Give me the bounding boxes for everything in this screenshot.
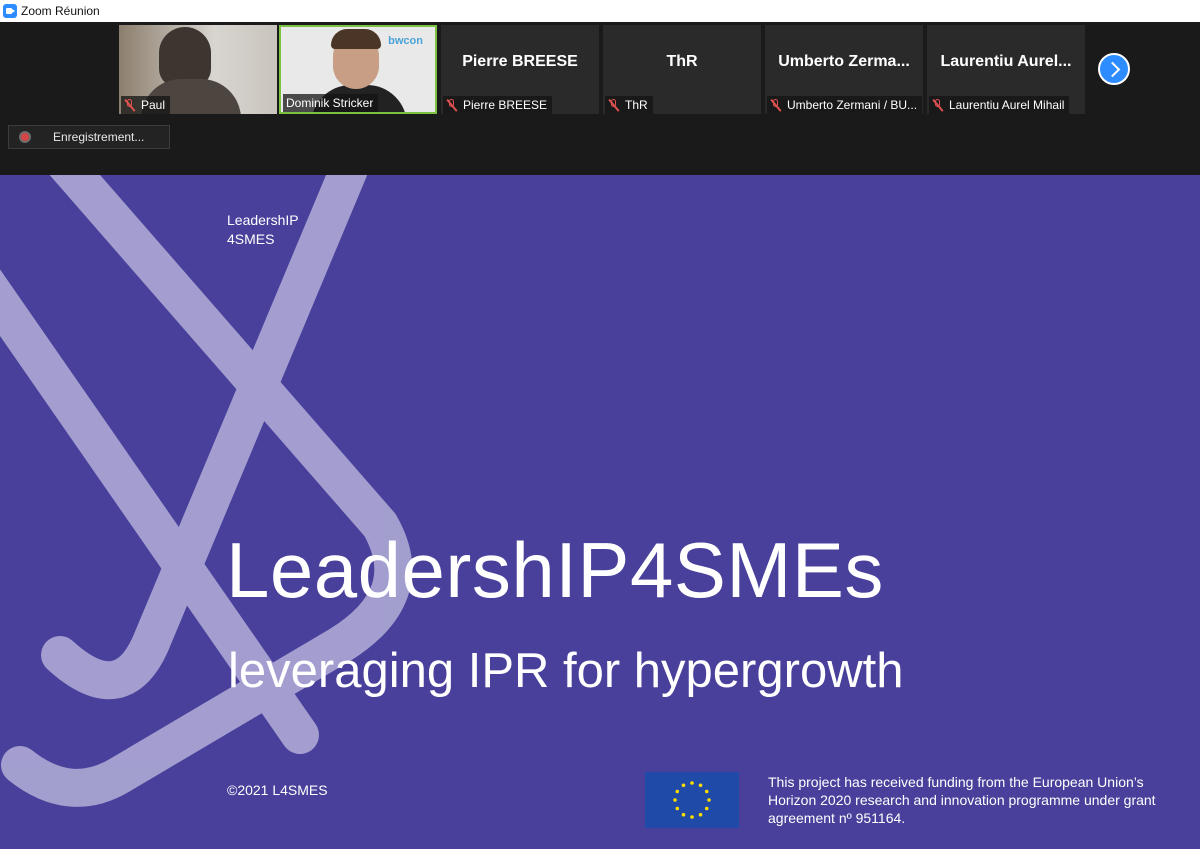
participant-tile-paul[interactable]: Paul xyxy=(119,25,277,114)
participant-name: Pierre BREESE xyxy=(463,98,548,112)
eu-star xyxy=(675,789,680,794)
muted-mic-icon xyxy=(932,98,944,112)
chevron-right-icon xyxy=(1104,61,1121,77)
participant-label: Umberto Zermani / BU... xyxy=(767,96,923,114)
slide-subtitle: leveraging IPR for hypergrowth xyxy=(228,644,904,698)
background-logo: bwcon xyxy=(388,35,423,47)
muted-mic-icon xyxy=(446,98,458,112)
participant-tile-dominik-stricker[interactable]: bwcon Dominik Stricker xyxy=(279,25,437,114)
record-icon xyxy=(19,131,31,143)
slide-copyright: ©2021 L4SMES xyxy=(227,782,328,798)
participant-display-name: Laurentiu Aurel... xyxy=(940,53,1072,70)
brand-line-1: LeadershIP xyxy=(227,212,299,228)
recording-label: Enregistrement... xyxy=(53,130,145,144)
participant-name: Umberto Zermani / BU... xyxy=(787,98,918,112)
shared-screen-slide: LeadershIP 4SMES LeadershIP4SMEs leverag… xyxy=(0,175,1200,849)
muted-mic-icon xyxy=(124,98,136,112)
participant-tile-laurentiu-aurel-mihail[interactable]: Laurentiu Aurel... Laurentiu Aurel Mihai… xyxy=(927,25,1085,114)
eu-star xyxy=(690,815,694,819)
eu-star xyxy=(673,798,677,802)
muted-mic-icon xyxy=(608,98,620,112)
next-page-button[interactable] xyxy=(1098,53,1130,85)
window-title-bar: Zoom Réunion xyxy=(0,0,1200,23)
participant-tile-umberto-zermani[interactable]: Umberto Zerma... Umberto Zermani / BU... xyxy=(765,25,923,114)
eu-star xyxy=(707,798,711,802)
brand-line-2: 4SMES xyxy=(227,231,275,247)
participant-name: ThR xyxy=(625,98,648,112)
participant-display-name: Pierre BREESE xyxy=(462,53,578,70)
participant-name: Dominik Stricker xyxy=(286,96,374,110)
participant-label: Dominik Stricker xyxy=(283,94,379,112)
participant-label: Pierre BREESE xyxy=(443,96,553,114)
eu-star xyxy=(698,812,703,817)
participant-label: Paul xyxy=(121,96,171,114)
participant-display-name: ThR xyxy=(666,53,698,70)
participant-name: Paul xyxy=(141,98,166,112)
participant-label: Laurentiu Aurel Mihail xyxy=(929,96,1070,114)
eu-star xyxy=(681,812,686,817)
participant-tile-thr[interactable]: ThR ThR xyxy=(603,25,761,114)
window-title: Zoom Réunion xyxy=(21,4,100,18)
eu-star xyxy=(704,806,709,811)
eu-star xyxy=(698,783,703,788)
muted-mic-icon xyxy=(770,98,782,112)
eu-star xyxy=(690,781,694,785)
slide-headline: LeadershIP4SMEs xyxy=(226,526,884,614)
participant-display-name: Umberto Zerma... xyxy=(778,53,910,70)
zoom-camera-icon xyxy=(3,4,17,18)
slide-brand: LeadershIP 4SMES xyxy=(227,211,299,249)
recording-indicator[interactable]: Enregistrement... xyxy=(8,125,170,149)
eu-star xyxy=(681,783,686,788)
video-strip: Paul bwcon Dominik Stricker Pierre BREES… xyxy=(0,22,1200,175)
eu-flag-icon xyxy=(645,772,739,828)
eu-star xyxy=(704,789,709,794)
eu-star xyxy=(675,806,680,811)
participant-tile-pierre-breese[interactable]: Pierre BREESE Pierre BREESE xyxy=(441,25,599,114)
participant-label: ThR xyxy=(605,96,653,114)
decorative-chevron-shape xyxy=(0,175,413,807)
funding-statement: This project has received funding from t… xyxy=(768,774,1156,826)
participant-name: Laurentiu Aurel Mihail xyxy=(949,98,1065,112)
